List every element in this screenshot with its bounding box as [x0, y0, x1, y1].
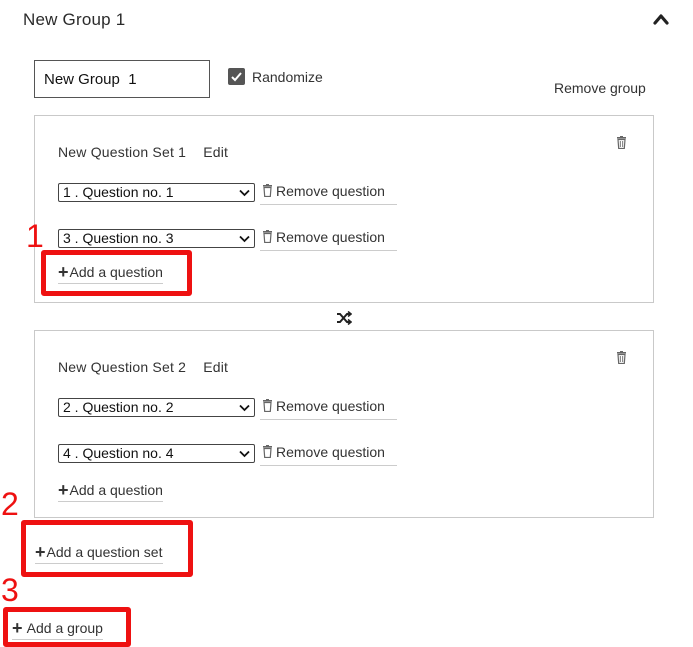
remove-question-link[interactable]: Remove question	[260, 182, 397, 205]
trash-icon[interactable]	[616, 351, 627, 364]
edit-set-link[interactable]: Edit	[203, 359, 228, 375]
checkmark-icon	[231, 72, 242, 82]
group-name-input[interactable]	[34, 60, 210, 98]
remove-question-link[interactable]: Remove question	[260, 443, 397, 466]
question-set-title: New Question Set 2 Edit	[58, 359, 229, 375]
caret-down-icon	[239, 450, 250, 458]
plus-icon: +	[58, 480, 69, 500]
chevron-up-icon[interactable]	[652, 12, 670, 26]
caret-down-icon	[239, 189, 250, 197]
caret-down-icon	[239, 404, 250, 412]
remove-group-link[interactable]: Remove group	[554, 80, 646, 96]
annotation-number-3: 3	[1, 572, 19, 608]
question-set-2: New Question Set 2 Edit 2 . Question no.…	[34, 330, 654, 518]
question-select[interactable]: 1 . Question no. 1	[58, 183, 255, 202]
shuffle-icon[interactable]	[336, 311, 352, 325]
annotation-number-2: 2	[1, 486, 19, 522]
trash-icon	[263, 445, 272, 458]
question-select[interactable]: 4 . Question no. 4	[58, 444, 255, 463]
question-select[interactable]: 2 . Question no. 2	[58, 398, 255, 417]
randomize-label: Randomize	[252, 69, 323, 85]
trash-icon	[263, 230, 272, 243]
trash-icon	[263, 399, 272, 412]
add-question-link[interactable]: +Add a question	[58, 480, 163, 502]
highlight-box-1	[41, 250, 192, 296]
randomize-checkbox[interactable]	[228, 68, 245, 85]
highlight-box-3	[3, 607, 131, 647]
question-select[interactable]: 3 . Question no. 3	[58, 229, 255, 248]
trash-icon[interactable]	[616, 136, 627, 149]
remove-question-link[interactable]: Remove question	[260, 228, 397, 251]
remove-question-link[interactable]: Remove question	[260, 397, 397, 420]
trash-icon	[263, 184, 272, 197]
caret-down-icon	[239, 235, 250, 243]
group-title: New Group 1	[23, 10, 126, 29]
annotation-number-1: 1	[26, 218, 44, 254]
edit-set-link[interactable]: Edit	[203, 144, 228, 160]
highlight-box-2	[21, 520, 193, 577]
question-set-title: New Question Set 1 Edit	[58, 144, 229, 160]
